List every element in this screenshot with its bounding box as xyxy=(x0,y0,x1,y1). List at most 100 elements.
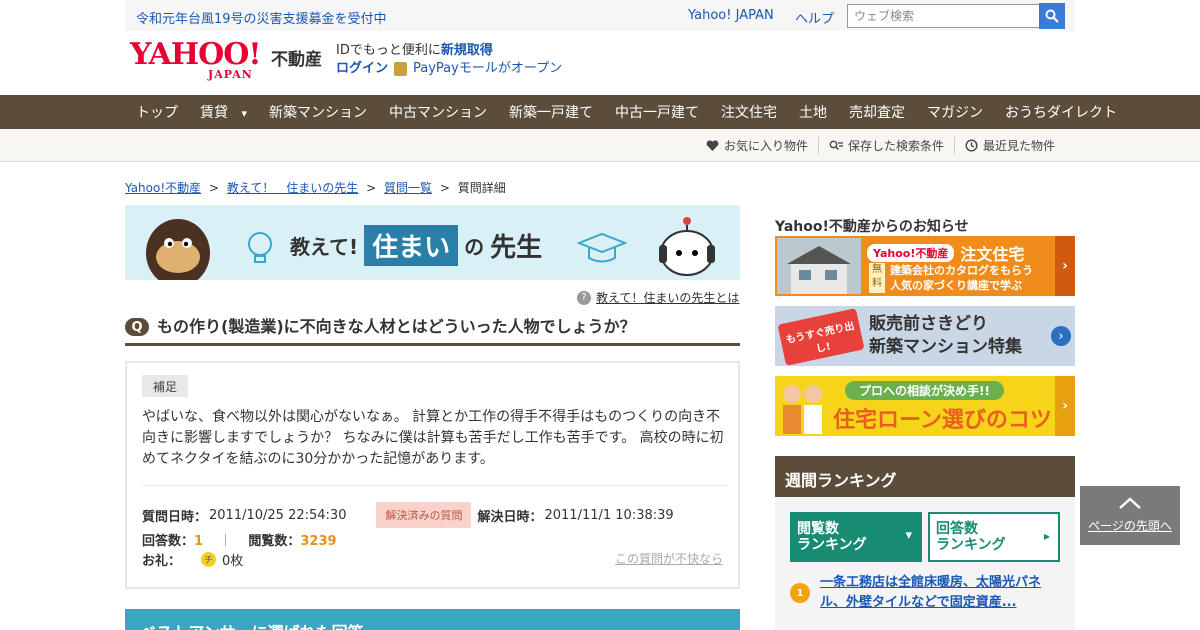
breadcrumb-sep: > xyxy=(208,181,220,195)
disaster-notice-link[interactable]: 令和元年台風19号の災害支援募金を受付中 xyxy=(136,8,387,27)
breadcrumb-question-list[interactable]: 質問一覧 xyxy=(384,181,432,195)
info-title: Yahoo!不動産からのお知らせ xyxy=(775,219,969,235)
resolved-badge: 解決済みの質問 xyxy=(376,502,472,528)
resolved-label: 解決日時： xyxy=(477,509,543,525)
recent-viewed-link[interactable]: 最近見た物件 xyxy=(953,137,1065,154)
answers-label: 回答数： xyxy=(142,534,195,549)
top-utility-bar: 令和元年台風19号の災害支援募金を受付中 Yahoo! JAPAN ヘルプ xyxy=(125,0,1075,31)
promo3-title: 住宅ローン選びのコツ xyxy=(833,408,1052,433)
question-body: やばいな、食べ物以外は関心がないなぁ。 計算とか工作の得手不得手はものつくりの向… xyxy=(142,409,724,467)
ranking-panel: 閲覧数 ランキング 回答数 ランキング 1 一条工務店は全館床暖房、太陽光パネル… xyxy=(775,497,1075,630)
paypay-mall-link[interactable]: PayPayモールがオープン xyxy=(413,60,562,78)
tab-views-line1: 閲覧数 xyxy=(797,521,839,537)
nav-ouchi-direct[interactable]: おうちダイレクト xyxy=(994,102,1128,122)
chevron-right-icon: › xyxy=(1055,376,1075,436)
tab-views-ranking[interactable]: 閲覧数 ランキング xyxy=(790,512,922,562)
breadcrumb-oshiete[interactable]: 教えて！ 住まいの先生 xyxy=(227,181,358,195)
ranking-item: 1 一条工務店は全館床暖房、太陽光パネル、外壁タイルなどで固定資産... xyxy=(790,573,1058,613)
promo2-line2: 新築マンション特集 xyxy=(869,337,1022,357)
nav-rent[interactable]: 賃貸 xyxy=(189,102,258,122)
asked-at: 2011/10/25 22:54:30 xyxy=(209,507,347,523)
oshiete-banner[interactable]: 教えて! 住まい の 先生 xyxy=(125,205,740,280)
mascot-monkey-icon xyxy=(146,219,210,280)
logo-sub: JAPAN xyxy=(208,68,253,81)
promo1-line1: 建築会社のカタログをもらう xyxy=(890,264,1033,277)
answers-count: 1 xyxy=(194,534,204,549)
views-count: 3239 xyxy=(300,534,337,549)
question-stats: 回答数：1 ｜ 閲覧数：3239 xyxy=(142,530,337,549)
nav-new-house[interactable]: 新築一戸建て xyxy=(498,102,604,122)
promo-new-mansion[interactable]: もうすぐ売り出し! 販売前さきどり 新築マンション特集 › xyxy=(775,306,1075,366)
promo1-title: 注文住宅 xyxy=(960,245,1025,264)
promo1-line2: 人気の家づくり講座で学ぶ xyxy=(890,279,1022,292)
asked-label: 質問日時： xyxy=(142,509,208,525)
nav-land[interactable]: 土地 xyxy=(788,102,838,122)
search-icon xyxy=(1045,9,1059,23)
recent-viewed-label: 最近見た物件 xyxy=(982,139,1055,153)
web-search-input[interactable] xyxy=(847,4,1040,28)
nav-used-house[interactable]: 中古一戸建て xyxy=(604,102,710,122)
banner-sensei: 先生 xyxy=(490,233,543,263)
best-answer-heading: ベストアンサーに選ばれた回答 xyxy=(125,609,740,630)
thanks-label: お礼： xyxy=(142,554,182,569)
banner-prefix: 教えて! xyxy=(290,235,359,259)
yahoo-japan-link[interactable]: Yahoo! JAPAN xyxy=(688,8,774,23)
breadcrumb-sep: > xyxy=(366,181,377,195)
question-heading: Q もの作り(製造業)に不向きな人材とはどういった人物でしょうか？ xyxy=(125,315,740,346)
clock-icon xyxy=(965,139,978,152)
back-to-top-label: ページの先頭へ xyxy=(1088,519,1172,533)
ranking-item-link[interactable]: 一条工務店は全館床暖房、太陽光パネル、外壁タイルなどで固定資産... xyxy=(820,573,1058,613)
banner-title: 教えて! 住まい の 先生 xyxy=(290,225,542,266)
resolved-at: 2011/11/1 10:38:39 xyxy=(544,507,674,523)
views-label: 閲覧数： xyxy=(248,534,301,549)
sub-nav: お気に入り物件 保存した検索条件 最近見た物件 xyxy=(0,129,1200,162)
question-title: もの作り(製造業)に不向きな人材とはどういった人物でしょうか？ xyxy=(157,317,636,336)
help-link[interactable]: ヘルプ xyxy=(795,8,834,27)
login-area: IDでもっと便利に新規取得 ログイン PayPayモールがオープン xyxy=(336,42,562,78)
promo3-tag: プロへの相談が決め手!! xyxy=(845,381,1004,400)
nav-used-mansion[interactable]: 中古マンション xyxy=(378,102,498,122)
question-dates: 質問日時： 2011/10/25 22:54:30 解決済みの質問 解決日時： … xyxy=(142,502,674,528)
logo-wordmark: YAHOO! xyxy=(130,37,262,72)
nav-magazine[interactable]: マガジン xyxy=(916,102,994,122)
shopping-bag-icon xyxy=(394,62,408,76)
saved-search-icon xyxy=(829,140,843,150)
promo2-tag: もうすぐ売り出し! xyxy=(777,308,865,366)
supplement-label: 補足 xyxy=(142,375,188,397)
nav-custom-house[interactable]: 注文住宅 xyxy=(710,102,788,122)
nav-new-mansion[interactable]: 新築マンション xyxy=(258,102,378,122)
yahoo-realestate-logo[interactable]: YAHOO! JAPAN xyxy=(130,37,262,82)
arrow-circle-icon: › xyxy=(1051,326,1071,346)
breadcrumb: Yahoo!不動産 > 教えて！ 住まいの先生 > 質問一覧 > 質問詳細 xyxy=(125,179,506,196)
banner-sumai: 住まい xyxy=(364,225,459,266)
main-nav: トップ 賃貸 新築マンション 中古マンション 新築一戸建て 中古一戸建て 注文住… xyxy=(0,95,1200,129)
divider xyxy=(142,485,727,486)
chip-coin-icon: チ xyxy=(201,552,217,567)
favorites-label: お気に入り物件 xyxy=(723,139,808,153)
question-badge: Q xyxy=(125,318,149,336)
about-oshiete-label: 教えて！住まいの先生とは xyxy=(596,291,740,305)
favorites-link[interactable]: お気に入り物件 xyxy=(696,137,818,154)
rank-number: 1 xyxy=(790,583,810,603)
promo-custom-house[interactable]: Yahoo!不動産 注文住宅 無料 建築会社のカタログをもらう 人気の家づくり講… xyxy=(775,236,1075,296)
promo-housing-loan[interactable]: プロへの相談が決め手!! 住宅ローン選びのコツ › xyxy=(775,376,1075,436)
signup-link[interactable]: 新規取得 xyxy=(441,43,493,58)
lightbulb-icon xyxy=(248,232,272,263)
report-question-link[interactable]: この質問が不快なら xyxy=(615,550,723,567)
breadcrumb-realestate[interactable]: Yahoo!不動産 xyxy=(125,181,201,195)
question-thanks: お礼： チ 0枚 xyxy=(142,550,243,569)
nav-sale-appraisal[interactable]: 売却査定 xyxy=(838,102,916,122)
search-button[interactable] xyxy=(1039,3,1065,29)
saved-search-link[interactable]: 保存した検索条件 xyxy=(817,137,954,154)
nav-top[interactable]: トップ xyxy=(125,102,189,122)
tab-answers-line1: 回答数 xyxy=(936,521,978,537)
chevron-right-icon: › xyxy=(1055,236,1075,296)
login-link[interactable]: ログイン xyxy=(336,60,388,78)
house-photo-icon xyxy=(777,238,861,294)
about-oshiete-link[interactable]: ? 教えて！住まいの先生とは xyxy=(577,289,739,306)
back-to-top-button[interactable]: ページの先頭へ xyxy=(1080,486,1180,545)
heart-icon xyxy=(706,139,719,151)
tab-answers-ranking[interactable]: 回答数 ランキング xyxy=(928,512,1060,562)
promo1-free: 無料 xyxy=(869,263,885,293)
advisor-people-icon xyxy=(783,385,822,434)
